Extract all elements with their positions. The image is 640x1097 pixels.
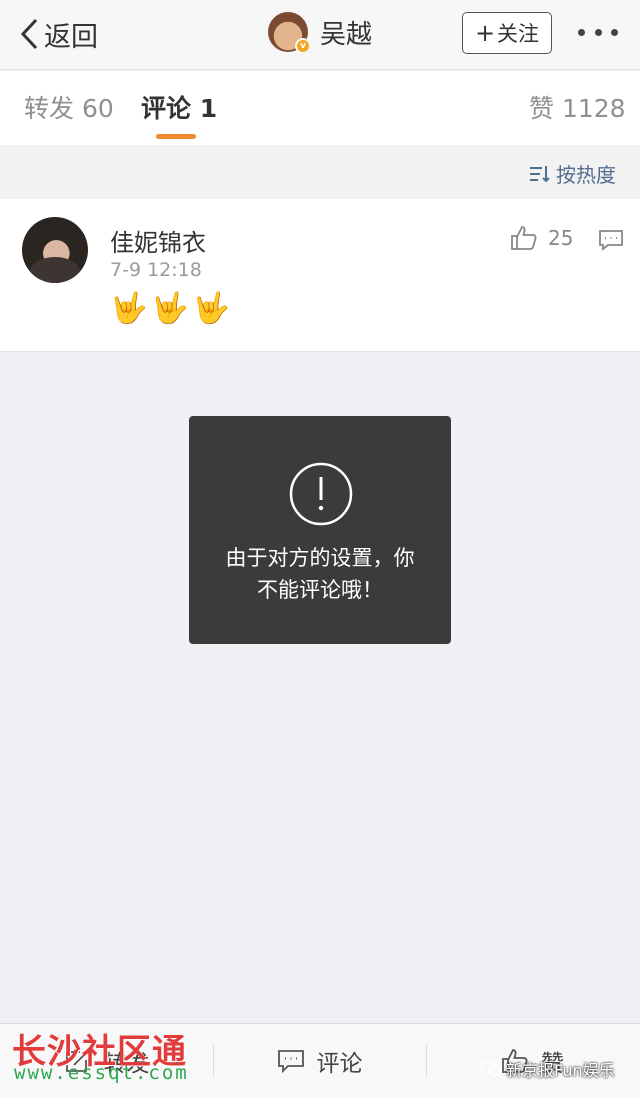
toast-line-2: 不能评论哦！ — [257, 578, 383, 602]
sort-icon — [530, 165, 550, 182]
plus-icon: + — [474, 19, 496, 47]
back-label: 返回 — [44, 21, 98, 53]
comment-label: 评论 — [316, 1051, 363, 1077]
comment-content: 🤟 🤟 🤟 — [110, 291, 230, 326]
comment-item: 佳妮锦衣 7-9 12:18 🤟 🤟 🤟 25 — [0, 199, 640, 352]
tab-comment[interactable]: 评论 1 — [141, 89, 217, 125]
commenter-name[interactable]: 佳妮锦衣 — [110, 223, 206, 258]
active-tab-indicator — [156, 134, 196, 139]
chevron-left-icon — [20, 18, 38, 50]
follow-button[interactable]: + 关注 — [462, 12, 552, 54]
comment-icon — [277, 1050, 304, 1074]
tab-bar: 转发 60 评论 1 赞 1128 — [0, 71, 640, 145]
sort-bar: 按热度 — [0, 145, 640, 199]
reply-icon[interactable] — [598, 229, 624, 251]
wechat-icon — [480, 1060, 501, 1077]
love-you-gesture-emoji: 🤟 — [192, 291, 231, 326]
love-you-gesture-emoji: 🤟 — [110, 291, 148, 326]
toast-message: 由于对方的设置，你 不能评论哦！ — [189, 416, 451, 644]
follow-label: 关注 — [497, 22, 540, 46]
comment-like-button[interactable]: 25 — [510, 225, 573, 251]
watermark-url: www.essqt.com — [14, 1062, 189, 1084]
dot-icon — [611, 28, 618, 36]
comment-button[interactable]: 评论 — [213, 1024, 426, 1097]
love-you-gesture-emoji: 🤟 — [151, 291, 189, 326]
sort-button[interactable]: 按热度 — [528, 159, 616, 188]
tab-likes[interactable]: 赞 1128 — [529, 89, 626, 125]
more-options-button[interactable] — [578, 20, 618, 44]
back-button[interactable]: 返回 — [18, 14, 98, 54]
nav-bar: 返回 v 吴越 + 关注 — [0, 0, 640, 70]
toast-line-1: 由于对方的设置，你 — [225, 546, 415, 570]
watermark-source: 新京报Fun娱乐 — [480, 1057, 615, 1081]
comment-time: 7-9 12:18 — [110, 259, 202, 281]
dot-icon — [594, 28, 602, 36]
user-name[interactable]: 吴越 — [320, 14, 372, 51]
avatar[interactable]: v — [268, 12, 311, 54]
profile-header[interactable]: v 吴越 — [268, 12, 372, 54]
toast-text: 由于对方的设置，你 不能评论哦！ — [201, 542, 439, 606]
thumbs-up-icon — [511, 226, 537, 250]
watermark-source-label: 新京报Fun娱乐 — [506, 1061, 615, 1080]
commenter-avatar[interactable] — [22, 217, 88, 283]
like-count: 25 — [548, 226, 574, 250]
dot-icon — [578, 28, 585, 36]
tab-repost[interactable]: 转发 60 — [24, 89, 114, 125]
exclamation-icon — [289, 462, 353, 526]
sort-label: 按热度 — [556, 163, 616, 187]
verified-badge-icon: v — [295, 38, 311, 54]
